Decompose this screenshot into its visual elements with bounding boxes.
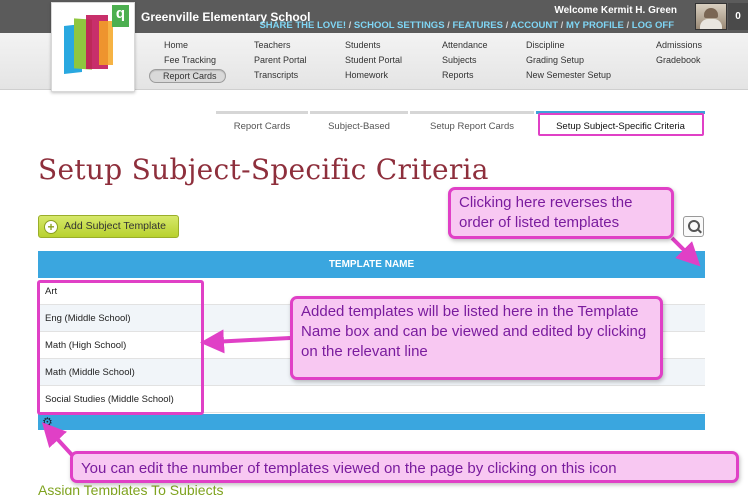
nav-teachers[interactable]: Teachers <box>254 40 291 50</box>
nav-reports[interactable]: Reports <box>442 70 474 80</box>
search-icon[interactable] <box>683 216 704 237</box>
school-settings-link[interactable]: SCHOOL SETTINGS <box>354 20 445 31</box>
callout-template-list: Added templates will be listed here in t… <box>290 296 663 380</box>
account-link[interactable]: ACCOUNT <box>511 20 559 31</box>
nav-discipline[interactable]: Discipline <box>526 40 565 50</box>
nav-report-cards[interactable]: Report Cards <box>149 69 226 83</box>
logo-q-mark: q <box>112 5 129 27</box>
nav-transcripts[interactable]: Transcripts <box>254 70 298 80</box>
tab-report-cards[interactable]: Report Cards <box>216 111 308 137</box>
app-logo[interactable]: q <box>51 2 135 92</box>
link-separator: / <box>558 20 566 31</box>
arrow-to-gear-icon <box>41 422 74 457</box>
log-off-link[interactable]: LOG OFF <box>632 20 674 31</box>
nav-fee-tracking[interactable]: Fee Tracking <box>164 55 216 65</box>
gear-icon[interactable]: ⚙ <box>42 415 53 429</box>
link-separator: / <box>346 20 354 31</box>
link-separator: / <box>502 20 511 31</box>
tab-setup-report-cards[interactable]: Setup Report Cards <box>410 111 534 137</box>
tab-subject-based[interactable]: Subject-Based <box>310 111 408 137</box>
share-the-love-link[interactable]: SHARE THE LOVE! <box>259 20 346 31</box>
nav-new-semester-setup[interactable]: New Semester Setup <box>526 70 611 80</box>
logo-shape <box>99 21 113 65</box>
nav-grading-setup[interactable]: Grading Setup <box>526 55 584 65</box>
nav-home[interactable]: Home <box>164 40 188 50</box>
my-profile-link[interactable]: MY PROFILE <box>566 20 624 31</box>
page-title: Setup Subject-Specific Criteria <box>38 153 489 186</box>
nav-gradebook[interactable]: Gradebook <box>656 55 701 65</box>
nav-parent-portal[interactable]: Parent Portal <box>254 55 307 65</box>
nav-student-portal[interactable]: Student Portal <box>345 55 402 65</box>
plus-icon: + <box>44 220 58 234</box>
assign-templates-heading: Assign Templates To Subjects <box>38 482 224 495</box>
template-name-header-label: TEMPLATE NAME <box>328 259 415 270</box>
nav-admissions[interactable]: Admissions <box>656 40 702 50</box>
notification-badge[interactable]: 0 <box>728 3 748 30</box>
tab-highlight-box <box>538 113 704 136</box>
nav-students[interactable]: Students <box>345 40 381 50</box>
callout-gear: You can edit the number of templates vie… <box>70 451 739 483</box>
features-link[interactable]: FEATURES <box>452 20 503 31</box>
add-subject-template-button[interactable]: + Add Subject Template <box>38 215 179 238</box>
nav-homework[interactable]: Homework <box>345 70 388 80</box>
welcome-text: Welcome Kermit H. Green <box>554 5 677 16</box>
callout-sort: Clicking here reverses the order of list… <box>448 187 674 239</box>
top-links: SHARE THE LOVE! / SCHOOL SETTINGS / FEAT… <box>259 20 674 31</box>
table-footer: ⚙ <box>38 414 705 430</box>
template-name-header[interactable]: TEMPLATE NAME ▲ <box>38 251 705 278</box>
nav-attendance[interactable]: Attendance <box>442 40 488 50</box>
link-separator: / <box>623 20 632 31</box>
add-subject-template-label: Add Subject Template <box>64 220 166 232</box>
nav-subjects[interactable]: Subjects <box>442 55 477 65</box>
avatar[interactable] <box>695 3 727 30</box>
sort-arrow-icon[interactable]: ▲ <box>692 257 699 265</box>
template-list-highlight-box <box>37 280 204 415</box>
